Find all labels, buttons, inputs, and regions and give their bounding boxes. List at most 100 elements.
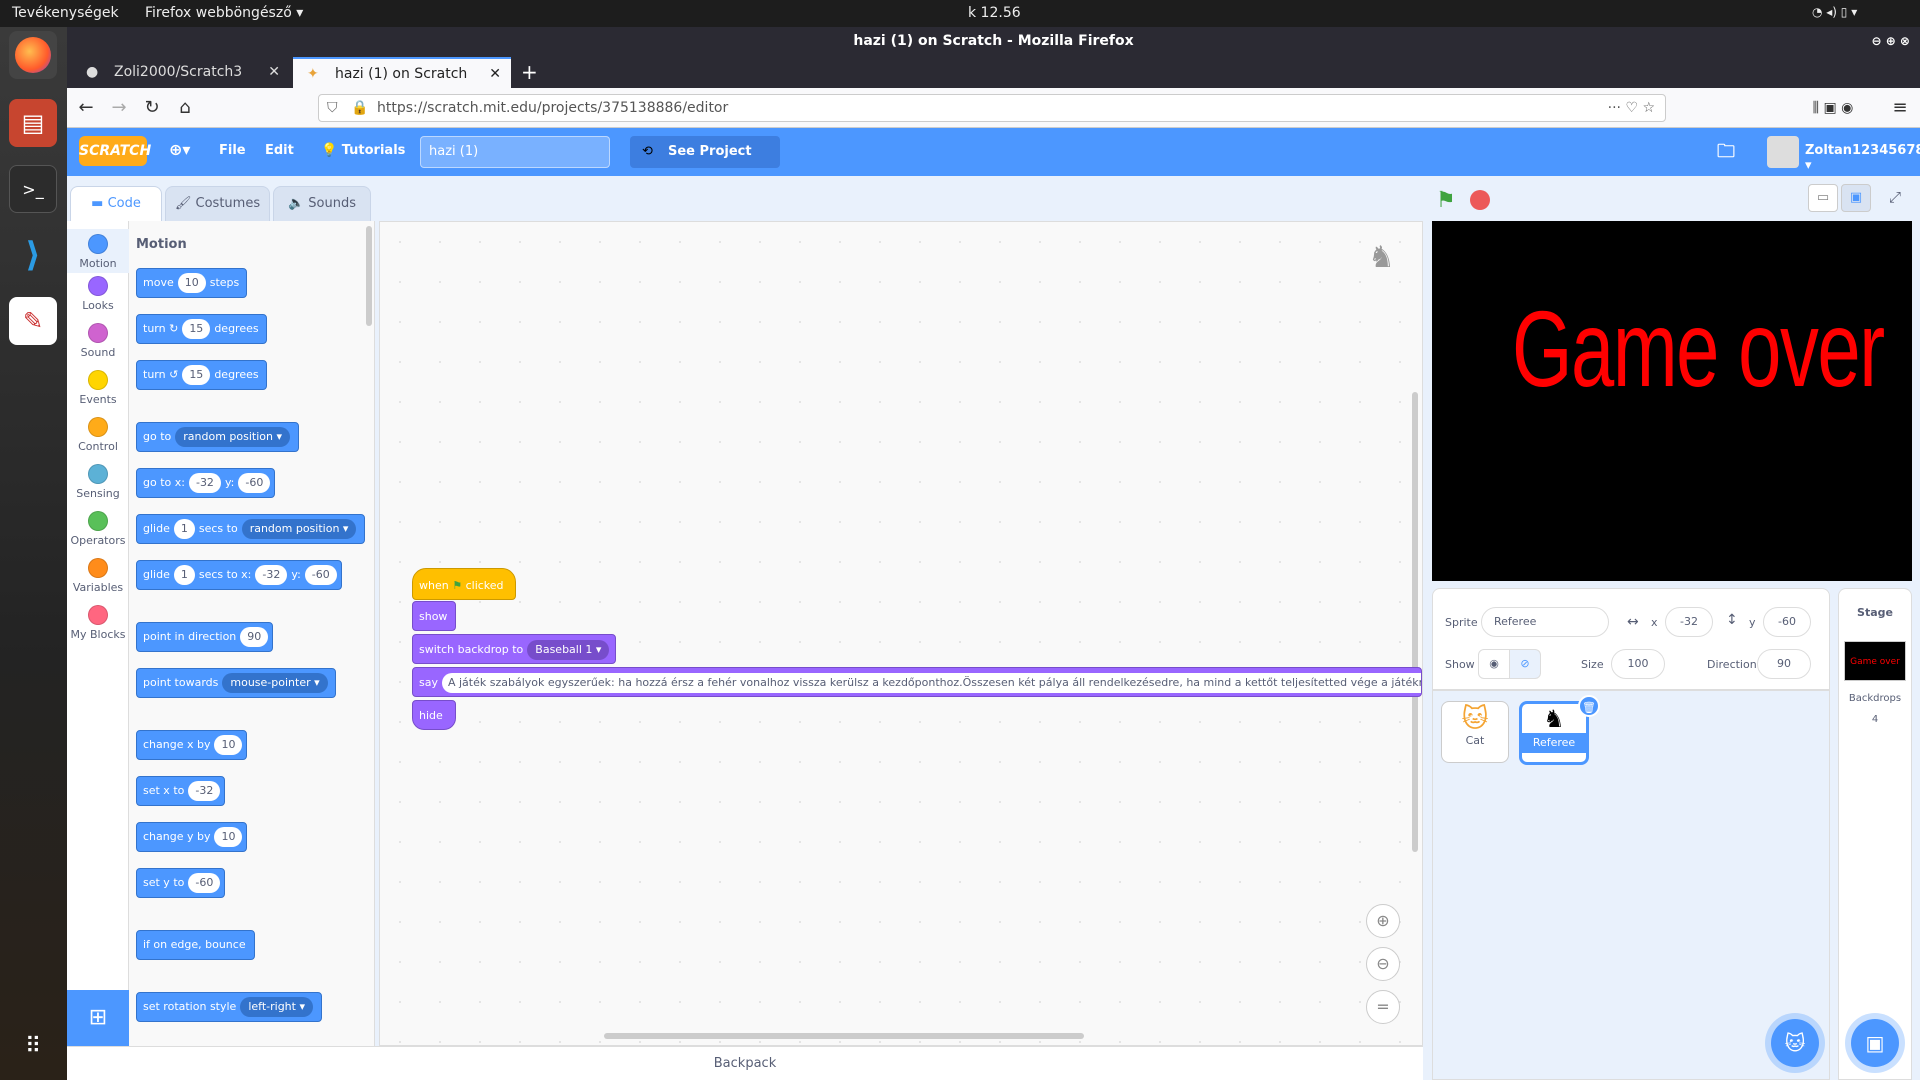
show-applications-icon[interactable]: ⠿ [9,1022,57,1070]
block-dropdown[interactable]: left-right ▾ [240,997,313,1017]
add-sprite-icon[interactable]: 🐱 [1771,1019,1819,1067]
block-change-y[interactable]: change y by 10 [136,822,248,852]
block-dropdown[interactable]: mouse-pointer ▾ [222,673,328,693]
add-backdrop-icon[interactable]: ▣ [1851,1019,1899,1067]
clock[interactable]: k 12.56 [968,5,1021,21]
x-input[interactable]: -32 [1665,607,1713,637]
normal-stage-icon[interactable]: ▣ [1841,184,1871,212]
horizontal-scrollbar[interactable] [604,1033,1084,1039]
tab-sounds[interactable]: 🔈 Sounds [273,186,371,222]
block-input[interactable]: -60 [238,473,271,493]
stop-sign-icon[interactable] [1470,190,1490,210]
script-show[interactable]: show [412,601,456,631]
category-variables[interactable]: Variables [67,558,129,594]
block-input[interactable]: -60 [304,565,337,585]
block-input[interactable]: 90 [240,627,269,647]
category-events[interactable]: Events [67,370,129,406]
language-globe-icon[interactable]: ⊕▾ [169,140,190,159]
firefox-icon[interactable] [9,31,57,79]
new-tab-button[interactable]: + [515,57,545,88]
block-point-in-direction[interactable]: point in direction 90 [136,622,274,652]
block-turn-right[interactable]: turn ↻ 15 degrees [136,314,267,344]
activities-button[interactable]: Tevékenységek [12,5,119,21]
system-tray-icons[interactable]: ◔ ◂) ▯ ▾ [1812,5,1857,19]
zoom-in-icon[interactable]: ⊕ [1366,904,1400,938]
vertical-scrollbar[interactable] [1412,392,1418,852]
zoom-out-icon[interactable]: ⊖ [1366,947,1400,981]
block-bounce[interactable]: if on edge, bounce [136,930,255,960]
block-turn-left[interactable]: turn ↺ 15 degrees [136,360,267,390]
category-operators[interactable]: Operators [67,511,129,547]
block-input[interactable]: 10 [214,735,243,755]
account-menu[interactable]: Zoltan12345678 ▾ [1805,143,1920,173]
vscode-icon[interactable]: ⟩ [9,231,57,279]
back-arrow-icon[interactable]: ← [74,96,98,120]
my-stuff-folder-icon[interactable]: 🗀 [1717,139,1735,169]
block-glide[interactable]: glide 1 secs to random position ▾ [136,514,365,544]
file-menu[interactable]: File [219,143,246,158]
tab-costumes[interactable]: 🖌 Costumes [165,186,270,222]
zoom-reset-icon[interactable]: = [1366,990,1400,1024]
block-go-to[interactable]: go to random position ▾ [136,422,299,452]
see-project-page-button[interactable]: ⟲ See Project Page [630,136,780,191]
category-control[interactable]: Control [67,417,129,453]
sprite-name-input[interactable]: Referee [1481,607,1609,637]
url-bar[interactable]: ⛉ 🔒 https://scratch.mit.edu/projects/375… [318,94,1666,122]
files-icon[interactable]: ▤ [9,99,57,147]
block-dropdown[interactable]: random position ▾ [241,519,357,539]
category-sound[interactable]: Sound [67,323,129,359]
block-input[interactable]: -32 [255,565,288,585]
forward-arrow-icon[interactable]: → [107,96,131,120]
direction-input[interactable]: 90 [1757,649,1811,679]
category-looks[interactable]: Looks [67,276,129,312]
palette-scrollbar[interactable] [366,226,372,326]
category-my-blocks[interactable]: My Blocks [67,605,129,641]
block-point-towards[interactable]: point towards mouse-pointer ▾ [136,668,337,698]
scratch-logo[interactable]: SCRATCH [79,136,151,166]
tab-scratch[interactable]: ✦ hazi (1) on Scratch ✕ [293,57,511,88]
avatar[interactable] [1767,136,1799,168]
tutorials-button[interactable]: 💡 Tutorials [321,143,405,158]
close-tab-icon[interactable]: ✕ [268,57,280,88]
script-switch-backdrop[interactable]: switch backdrop to Baseball 1 ▾ [412,634,616,664]
stage-thumbnail[interactable]: Game over [1844,641,1906,681]
block-dropdown[interactable]: Baseball 1 ▾ [527,640,610,660]
block-move[interactable]: move 10 steps [136,268,248,298]
block-input[interactable]: 1 [173,565,195,585]
tab-code[interactable]: ▬ Code [70,186,162,222]
block-set-y[interactable]: set y to -60 [136,868,226,898]
category-motion[interactable]: Motion [67,229,129,273]
close-tab-icon[interactable]: ✕ [489,59,501,90]
edit-menu[interactable]: Edit [265,143,294,158]
script-hide[interactable]: hide [412,700,456,730]
fullscreen-icon[interactable]: ⤢ [1880,184,1910,212]
block-input[interactable]: 1 [173,519,195,539]
block-input[interactable]: -32 [188,473,221,493]
window-controls[interactable]: ⊖ ⊕ ⊗ [1871,27,1910,55]
backpack[interactable]: Backpack [67,1046,1423,1080]
delete-sprite-icon[interactable]: 🗑 [1578,695,1600,717]
script-say[interactable]: say A játék szabályok egyszerűek: ha hozz… [412,667,1422,697]
tab-github[interactable]: ● Zoli2000/Scratch3 ✕ [72,57,290,88]
y-input[interactable]: -60 [1763,607,1811,637]
block-change-x[interactable]: change x by 10 [136,730,248,760]
app-menu[interactable]: Firefox webböngésző ▾ [145,5,303,21]
script-when-flag-clicked[interactable]: when ⚑ clicked [412,568,516,600]
block-input[interactable]: 15 [182,365,211,385]
block-input[interactable]: 10 [177,273,206,293]
hamburger-menu-icon[interactable]: ≡ [1888,96,1912,120]
stage-canvas[interactable]: Game over [1432,221,1912,581]
add-extension-button[interactable]: ⊞ [67,990,129,1046]
block-input[interactable]: -32 [188,781,221,801]
show-visible-eye-icon[interactable]: ◉ [1478,649,1510,679]
terminal-icon[interactable]: >_ [9,165,57,213]
text-editor-icon[interactable]: ✎ [9,297,57,345]
block-go-to-xy[interactable]: go to x: -32 y: -60 [136,468,276,498]
say-text-input[interactable]: A játék szabályok egyszerűek: ha hozzá é… [441,673,1421,693]
category-sensing[interactable]: Sensing [67,464,129,500]
home-icon[interactable]: ⌂ [173,96,197,120]
hide-eye-icon[interactable]: ⊘ [1509,649,1541,679]
sprite-tile-cat[interactable]: 🐱 Cat [1441,701,1509,763]
small-stage-icon[interactable]: ▭ [1808,184,1838,212]
block-input[interactable]: 10 [214,827,243,847]
